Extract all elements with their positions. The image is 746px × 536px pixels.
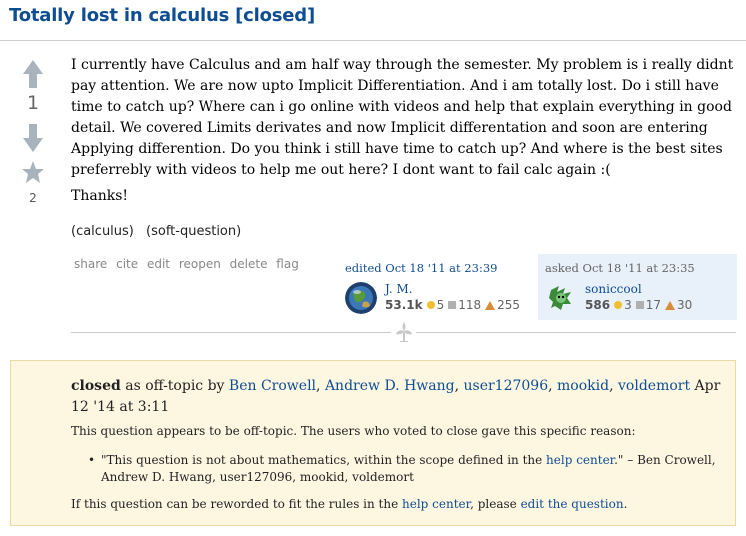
- editor-silver-count: 118: [458, 298, 482, 312]
- closed-reason: as off-topic by: [120, 378, 229, 394]
- fleuron-icon: [396, 322, 412, 342]
- asked-timestamp: asked Oct 18 '11 at 23:35: [545, 261, 695, 275]
- cite-link[interactable]: cite: [116, 257, 138, 271]
- editor-avatar[interactable]: [345, 282, 377, 314]
- closed-reason-intro: This question appears to be off-topic. T…: [71, 424, 636, 438]
- gold-badge-icon: [614, 301, 623, 309]
- question-body-text: I currently have Calculus and am half wa…: [71, 57, 734, 178]
- bronze-badge-icon: [485, 301, 496, 310]
- tag-calculus[interactable]: (calculus): [71, 224, 134, 239]
- section-divider: [71, 332, 391, 333]
- help-center-link[interactable]: help center: [546, 453, 614, 467]
- question-thanks: Thanks!: [71, 188, 129, 204]
- voter-link[interactable]: voldemort: [618, 378, 690, 394]
- help-center-link[interactable]: help center: [402, 497, 470, 511]
- asker-gold-count: 3: [624, 298, 632, 312]
- closed-label: closed: [71, 378, 121, 394]
- favorite-star-icon[interactable]: [21, 160, 45, 184]
- vote-down-icon[interactable]: [23, 124, 43, 152]
- editor-bronze-count: 255: [497, 298, 521, 312]
- flag-link[interactable]: flag: [276, 257, 299, 271]
- edit-link[interactable]: edit: [147, 257, 170, 271]
- vote-count: 1: [26, 92, 40, 114]
- closed-header: closed as off-topic by Ben Crowell, Andr…: [71, 378, 721, 415]
- footer-end: .: [623, 497, 628, 511]
- asker-silver-count: 17: [645, 298, 661, 312]
- voter-link[interactable]: mookid: [557, 378, 609, 394]
- post-menu: share cite edit reopen delete flag: [74, 257, 304, 271]
- asker-name[interactable]: soniccool: [585, 282, 642, 296]
- closed-footer: If this question can be reworded to fit …: [71, 497, 627, 511]
- bullet-icon: •: [88, 453, 96, 467]
- edit-question-link[interactable]: edit the question: [521, 497, 624, 511]
- editor-reputation: 53.1k 5 118 255: [385, 298, 520, 312]
- footer-start: If this question can be reworded to fit …: [71, 497, 403, 511]
- quote-start: "This question is not about mathematics,…: [101, 453, 547, 467]
- silver-badge-icon: [448, 301, 457, 309]
- asker-bronze-count: 30: [676, 298, 693, 312]
- editor-gold-count: 5: [436, 298, 445, 312]
- voter-link[interactable]: Andrew D. Hwang: [325, 378, 455, 394]
- reopen-link[interactable]: reopen: [179, 257, 221, 271]
- edited-timestamp[interactable]: edited Oct 18 '11 at 23:39: [345, 261, 497, 275]
- voter-link[interactable]: user127096: [464, 378, 549, 394]
- tag-list: (calculus) (soft-question): [71, 224, 249, 239]
- title-divider: [0, 40, 746, 41]
- gold-badge-icon: [426, 301, 435, 309]
- bronze-badge-icon: [664, 301, 675, 310]
- editor-rep-score: 53.1k: [385, 298, 423, 312]
- tag-soft-question[interactable]: (soft-question): [146, 224, 241, 239]
- editor-name[interactable]: J. M.: [385, 282, 413, 296]
- favorite-count: 2: [29, 191, 37, 205]
- question-title[interactable]: Totally lost in calculus [closed]: [9, 5, 315, 26]
- question-body: I currently have Calculus and am half wa…: [71, 55, 736, 181]
- closed-reason-quote: • "This question is not about mathematic…: [88, 452, 718, 486]
- delete-link[interactable]: delete: [230, 257, 268, 271]
- asker-avatar[interactable]: [545, 282, 577, 314]
- vote-up-icon[interactable]: [23, 60, 43, 88]
- asker-reputation: 586 3 17 30: [585, 298, 692, 312]
- section-divider: [416, 332, 736, 333]
- silver-badge-icon: [635, 301, 644, 309]
- share-link[interactable]: share: [74, 257, 107, 271]
- voter-link[interactable]: Ben Crowell: [229, 378, 316, 394]
- asker-rep-score: 586: [585, 298, 611, 312]
- footer-mid: , please: [470, 497, 521, 511]
